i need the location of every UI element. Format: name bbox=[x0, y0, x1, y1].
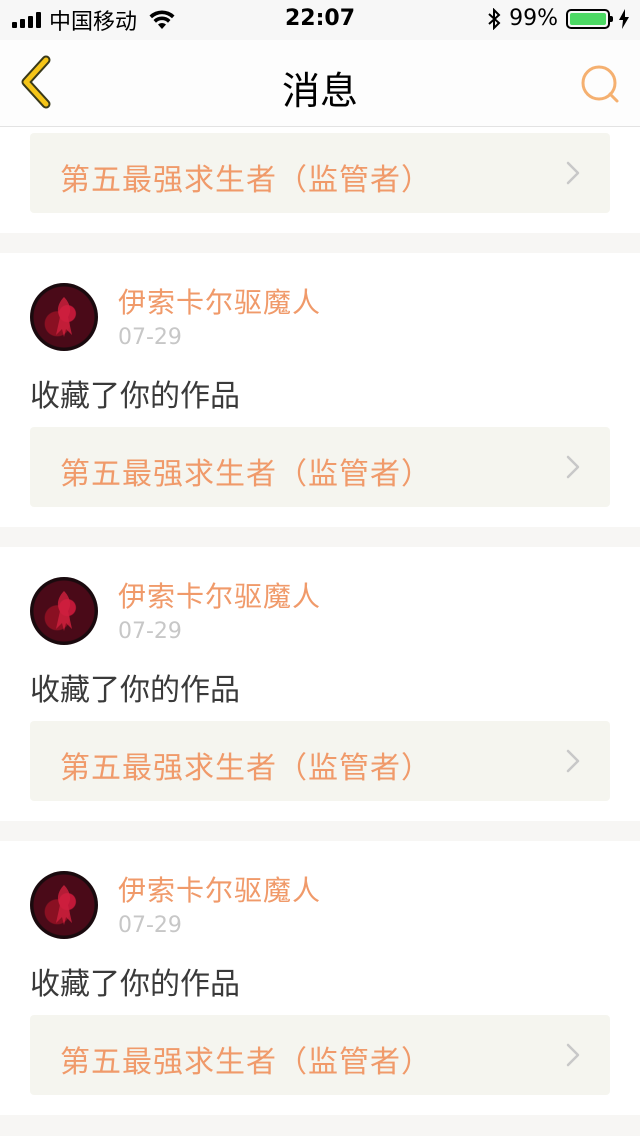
action-text: 收藏了你的作品 bbox=[30, 379, 240, 414]
avatar-figure-icon bbox=[56, 297, 72, 337]
avatar[interactable] bbox=[30, 871, 98, 939]
work-title: 第五最强求生者（监管者） bbox=[60, 751, 432, 786]
charging-bolt-icon bbox=[619, 8, 629, 29]
avatar[interactable] bbox=[30, 283, 98, 351]
status-right: 99% bbox=[487, 6, 630, 31]
bluetooth-icon bbox=[488, 7, 501, 30]
page-title: 消息 bbox=[281, 69, 358, 113]
work-title: 第五最强求生者（监管者） bbox=[60, 457, 432, 492]
username[interactable]: 伊索卡尔驱魔人 bbox=[118, 281, 321, 321]
message-date: 07-29 bbox=[118, 913, 182, 938]
navigation-bar: 消息 bbox=[0, 40, 640, 127]
action-text: 收藏了你的作品 bbox=[30, 673, 240, 708]
battery-percent: 99% bbox=[509, 6, 558, 31]
message-date: 07-29 bbox=[118, 325, 182, 350]
work-link[interactable]: 第五最强求生者（监管者） bbox=[30, 427, 610, 507]
battery-nub bbox=[610, 15, 613, 22]
message-date: 07-29 bbox=[118, 619, 182, 644]
battery-level-fill bbox=[570, 12, 606, 25]
message-card: 伊索卡尔驱魔人 07-29 收藏了你的作品 第五最强求生者（监管者） bbox=[0, 127, 640, 233]
status-bar: 中国移动 22:07 99% bbox=[0, 0, 640, 40]
work-link[interactable]: 第五最强求生者（监管者） bbox=[30, 133, 610, 213]
search-icon bbox=[581, 65, 619, 103]
work-link[interactable]: 第五最强求生者（监管者） bbox=[30, 721, 610, 801]
message-list[interactable]: 伊索卡尔驱魔人 07-29 收藏了你的作品 第五最强求生者（监管者） 伊索卡尔驱… bbox=[0, 127, 640, 1136]
message-card: 伊索卡尔驱魔人 07-29 收藏了你的作品 第五最强求生者（监管者） bbox=[0, 547, 640, 821]
username[interactable]: 伊索卡尔驱魔人 bbox=[118, 575, 321, 615]
action-text: 收藏了你的作品 bbox=[30, 967, 240, 1002]
chevron-right-icon bbox=[566, 749, 580, 773]
chevron-right-icon bbox=[566, 1043, 580, 1067]
work-title: 第五最强求生者（监管者） bbox=[60, 163, 432, 198]
username[interactable]: 伊索卡尔驱魔人 bbox=[118, 869, 321, 909]
avatar[interactable] bbox=[30, 577, 98, 645]
message-card: 伊索卡尔驱魔人 07-29 收藏了你的作品 第五最强求生者（监管者） bbox=[0, 253, 640, 527]
message-list-content: 伊索卡尔驱魔人 07-29 收藏了你的作品 第五最强求生者（监管者） 伊索卡尔驱… bbox=[0, 127, 640, 1135]
message-card: 伊索卡尔驱魔人 07-29 收藏了你的作品 第五最强求生者（监管者） bbox=[0, 841, 640, 1115]
search-button[interactable] bbox=[578, 62, 622, 106]
battery-icon bbox=[566, 8, 613, 29]
avatar-figure-icon bbox=[56, 591, 72, 631]
work-link[interactable]: 第五最强求生者（监管者） bbox=[30, 1015, 610, 1095]
chevron-right-icon bbox=[566, 161, 580, 185]
work-title: 第五最强求生者（监管者） bbox=[60, 1045, 432, 1080]
avatar-figure-icon bbox=[56, 885, 72, 925]
chevron-right-icon bbox=[566, 455, 580, 479]
